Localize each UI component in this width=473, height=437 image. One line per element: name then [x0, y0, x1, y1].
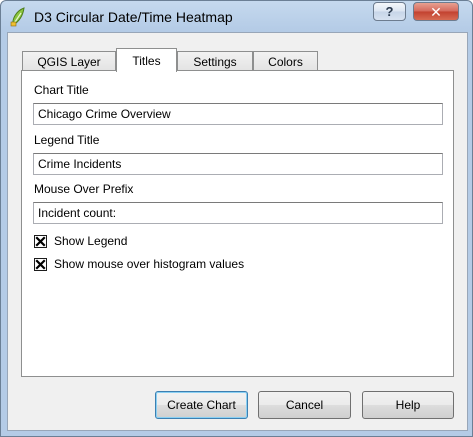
tab-qgis-layer[interactable]: QGIS Layer — [22, 51, 116, 71]
dialog-window: D3 Circular Date/Time Heatmap ? ✕ QGIS L… — [0, 0, 473, 437]
help-button[interactable]: Help — [362, 391, 454, 419]
title-bar[interactable]: D3 Circular Date/Time Heatmap ? ✕ — [1, 1, 472, 33]
checkmark-icon — [35, 259, 46, 270]
mouse-over-prefix-input[interactable] — [33, 202, 443, 224]
show-legend-checkbox[interactable] — [34, 235, 47, 248]
titles-tab-pane: Chart Title Legend Title Mouse Over Pref… — [21, 70, 454, 377]
window-title: D3 Circular Date/Time Heatmap — [34, 9, 233, 25]
question-mark-icon: ? — [385, 4, 394, 19]
tab-settings[interactable]: Settings — [177, 51, 253, 71]
mouse-over-prefix-label: Mouse Over Prefix — [34, 182, 134, 196]
close-button[interactable]: ✕ — [413, 2, 459, 21]
cancel-button[interactable]: Cancel — [258, 391, 351, 419]
chart-title-label: Chart Title — [34, 83, 89, 97]
dialog-client-area: QGIS Layer Titles Settings Colors Chart … — [7, 32, 468, 431]
show-legend-label: Show Legend — [54, 234, 128, 248]
qgis-leaf-icon — [10, 7, 26, 27]
tab-titles[interactable]: Titles — [116, 48, 177, 72]
show-histogram-checkbox[interactable] — [34, 258, 47, 271]
legend-title-label: Legend Title — [34, 133, 100, 147]
tab-colors[interactable]: Colors — [253, 51, 318, 71]
close-icon: ✕ — [430, 4, 442, 20]
help-caption-button[interactable]: ? — [373, 2, 406, 21]
show-histogram-label: Show mouse over histogram values — [54, 257, 245, 271]
create-chart-button[interactable]: Create Chart — [155, 391, 248, 419]
legend-title-input[interactable] — [33, 153, 443, 175]
chart-title-input[interactable] — [33, 103, 443, 125]
checkmark-icon — [35, 236, 46, 247]
